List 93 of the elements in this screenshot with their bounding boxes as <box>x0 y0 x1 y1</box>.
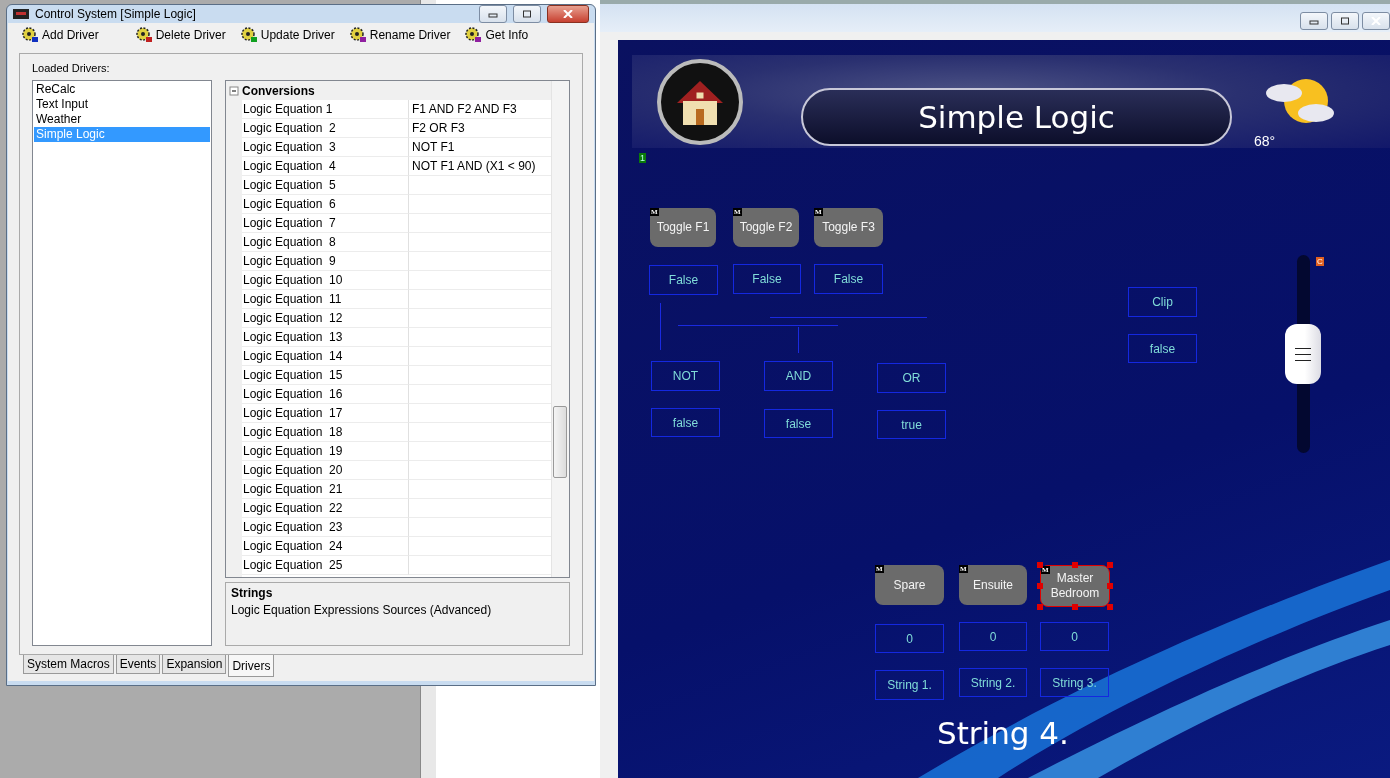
value-label: NOT <box>651 361 720 391</box>
value-label: False <box>733 264 801 294</box>
property-name[interactable]: Logic Equation 11 <box>242 290 409 309</box>
description-text: Logic Equation Expressions Sources (Advanced) <box>231 603 493 617</box>
resize-handle[interactable] <box>1072 562 1078 568</box>
property-name[interactable]: Logic Equation 22 <box>242 499 409 518</box>
page-marker: 1 <box>639 153 646 163</box>
property-name[interactable]: Logic Equation 1 <box>242 100 409 119</box>
toolbar-button[interactable]: Add Driver <box>17 27 103 43</box>
resize-handle[interactable] <box>1107 583 1113 589</box>
maximize-button[interactable] <box>1331 12 1359 30</box>
tab[interactable]: Events <box>115 655 161 674</box>
property-name[interactable]: Logic Equation 18 <box>242 423 409 442</box>
list-item[interactable]: Text Input <box>34 97 210 112</box>
property-name[interactable]: Logic Equation 2 <box>242 119 409 138</box>
property-name[interactable]: Logic Equation 20 <box>242 461 409 480</box>
property-name[interactable]: Logic Equation 14 <box>242 347 409 366</box>
gear-icon <box>239 27 258 43</box>
minimize-button[interactable] <box>479 5 507 23</box>
value-label: false <box>651 408 720 437</box>
list-label: Loaded Drivers: <box>32 62 111 74</box>
value-label: AND <box>764 361 833 391</box>
property-name[interactable]: Logic Equation 13 <box>242 328 409 347</box>
minimize-icon <box>488 10 498 18</box>
value-label: 0 <box>1040 622 1109 651</box>
scrollbar[interactable] <box>551 81 569 577</box>
toolbar-button[interactable]: Delete Driver <box>130 27 230 43</box>
property-name[interactable]: Logic Equation 9 <box>242 252 409 271</box>
tab[interactable]: Drivers <box>228 655 275 677</box>
property-name[interactable]: Logic Equation 3 <box>242 138 409 157</box>
value-label: 0 <box>959 622 1027 651</box>
resize-handle[interactable] <box>1072 604 1078 610</box>
minimize-icon <box>1309 17 1319 25</box>
resize-handle[interactable] <box>1037 583 1043 589</box>
gear-icon <box>348 27 367 43</box>
close-icon <box>1371 17 1381 25</box>
section-title: Conversions <box>242 83 315 98</box>
property-name[interactable]: Logic Equation 24 <box>242 537 409 556</box>
property-name[interactable]: Logic Equation 8 <box>242 233 409 252</box>
tab[interactable]: System Macros <box>23 655 114 674</box>
page-title: Simple Logic <box>801 88 1232 146</box>
maximize-icon <box>1340 17 1350 25</box>
property-name[interactable]: Logic Equation 6 <box>242 195 409 214</box>
window-title: Control System [Simple Logic] <box>35 7 197 21</box>
toolbar-button[interactable]: Rename Driver <box>344 27 455 43</box>
close-button[interactable] <box>547 5 589 23</box>
value-label: 0 <box>875 624 944 653</box>
value-label: false <box>1128 334 1197 363</box>
value-label: False <box>649 265 718 295</box>
list-item[interactable]: Weather <box>34 112 210 127</box>
property-name[interactable]: Logic Equation 21 <box>242 480 409 499</box>
property-name[interactable]: Logic Equation 23 <box>242 518 409 537</box>
property-name[interactable]: Logic Equation 12 <box>242 309 409 328</box>
resize-handle[interactable] <box>1107 562 1113 568</box>
value-label: Clip <box>1128 287 1197 317</box>
string-text: String 4. <box>937 715 1069 751</box>
toolbar-button[interactable]: Update Driver <box>235 27 339 43</box>
list-item[interactable]: ReCalc <box>34 82 210 97</box>
close-icon <box>563 10 573 18</box>
gear-icon <box>464 27 483 43</box>
property-name[interactable]: Logic Equation 4 <box>242 157 409 176</box>
resize-handle[interactable] <box>1037 604 1043 610</box>
property-name[interactable]: Logic Equation 19 <box>242 442 409 461</box>
maximize-button[interactable] <box>513 5 541 23</box>
property-name[interactable]: Logic Equation 7 <box>242 214 409 233</box>
tab[interactable]: Expansion <box>162 655 227 674</box>
collapse-icon[interactable] <box>226 84 242 97</box>
gear-icon <box>21 27 39 43</box>
property-name[interactable]: Logic Equation 5 <box>242 176 409 195</box>
description-title: Strings <box>231 586 274 600</box>
home-icon[interactable] <box>657 59 743 145</box>
value-label: String 3. <box>1040 668 1109 697</box>
property-name[interactable]: Logic Equation 25 <box>242 556 409 575</box>
value-label: true <box>877 410 946 439</box>
slider-marker: C <box>1316 257 1324 266</box>
value-label: String 2. <box>959 668 1027 697</box>
toolbar-button[interactable]: Get Info <box>460 27 533 43</box>
temperature: 68° <box>1254 133 1276 149</box>
property-name[interactable]: Logic Equation 15 <box>242 366 409 385</box>
maximize-icon <box>522 10 532 18</box>
value-label: String 1. <box>875 670 944 700</box>
value-label: false <box>764 409 833 438</box>
resize-handle[interactable] <box>1037 562 1043 568</box>
app-icon <box>13 9 29 19</box>
property-name[interactable]: Logic Equation 10 <box>242 271 409 290</box>
resize-handle[interactable] <box>1107 604 1113 610</box>
property-name[interactable]: Logic Equation 17 <box>242 404 409 423</box>
value-label: False <box>814 264 883 294</box>
slider-thumb[interactable] <box>1285 324 1321 384</box>
property-name[interactable]: Logic Equation 16 <box>242 385 409 404</box>
value-label: OR <box>877 363 946 393</box>
gear-icon <box>134 27 153 43</box>
wire-line <box>660 303 661 350</box>
